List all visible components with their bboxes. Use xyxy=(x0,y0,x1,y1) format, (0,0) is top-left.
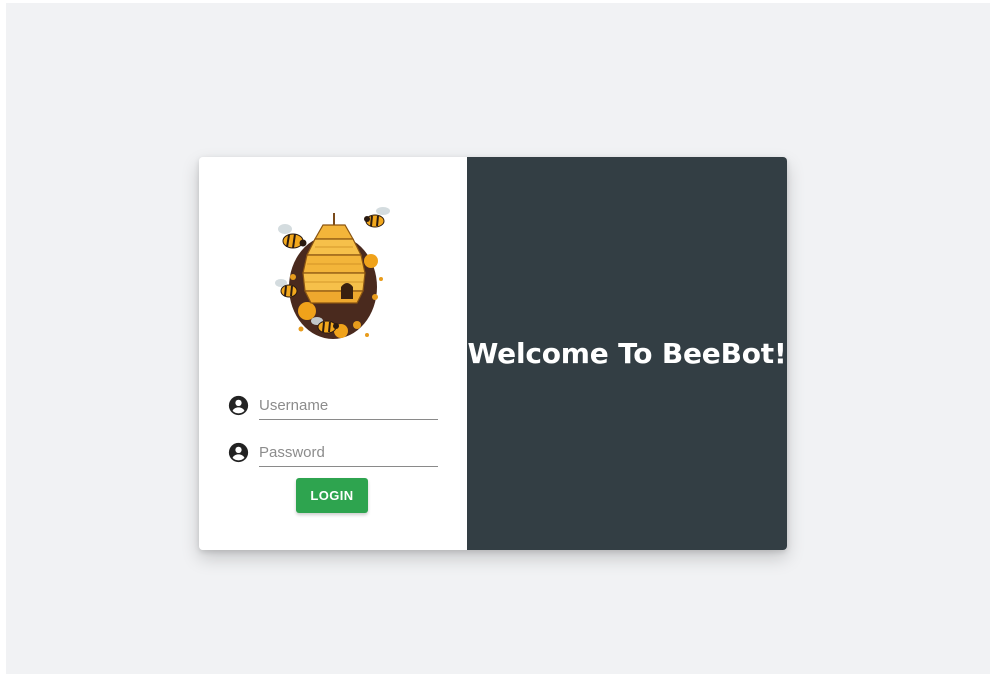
password-field xyxy=(228,439,438,467)
welcome-panel: Welcome To BeeBot! xyxy=(467,157,787,550)
account-circle-icon xyxy=(228,442,249,463)
password-input[interactable] xyxy=(259,439,437,466)
username-underline xyxy=(259,419,438,420)
password-underline xyxy=(259,466,438,467)
login-card: LOGIN Welcome To BeeBot! xyxy=(199,157,787,550)
welcome-title: Welcome To BeeBot! xyxy=(467,337,787,370)
account-circle-icon xyxy=(228,395,249,416)
login-button[interactable]: LOGIN xyxy=(296,478,368,513)
page-background: LOGIN Welcome To BeeBot! xyxy=(6,3,990,674)
beehive-logo xyxy=(275,207,390,339)
login-panel: LOGIN xyxy=(199,157,467,550)
username-input[interactable] xyxy=(259,392,437,419)
username-field xyxy=(228,392,438,420)
